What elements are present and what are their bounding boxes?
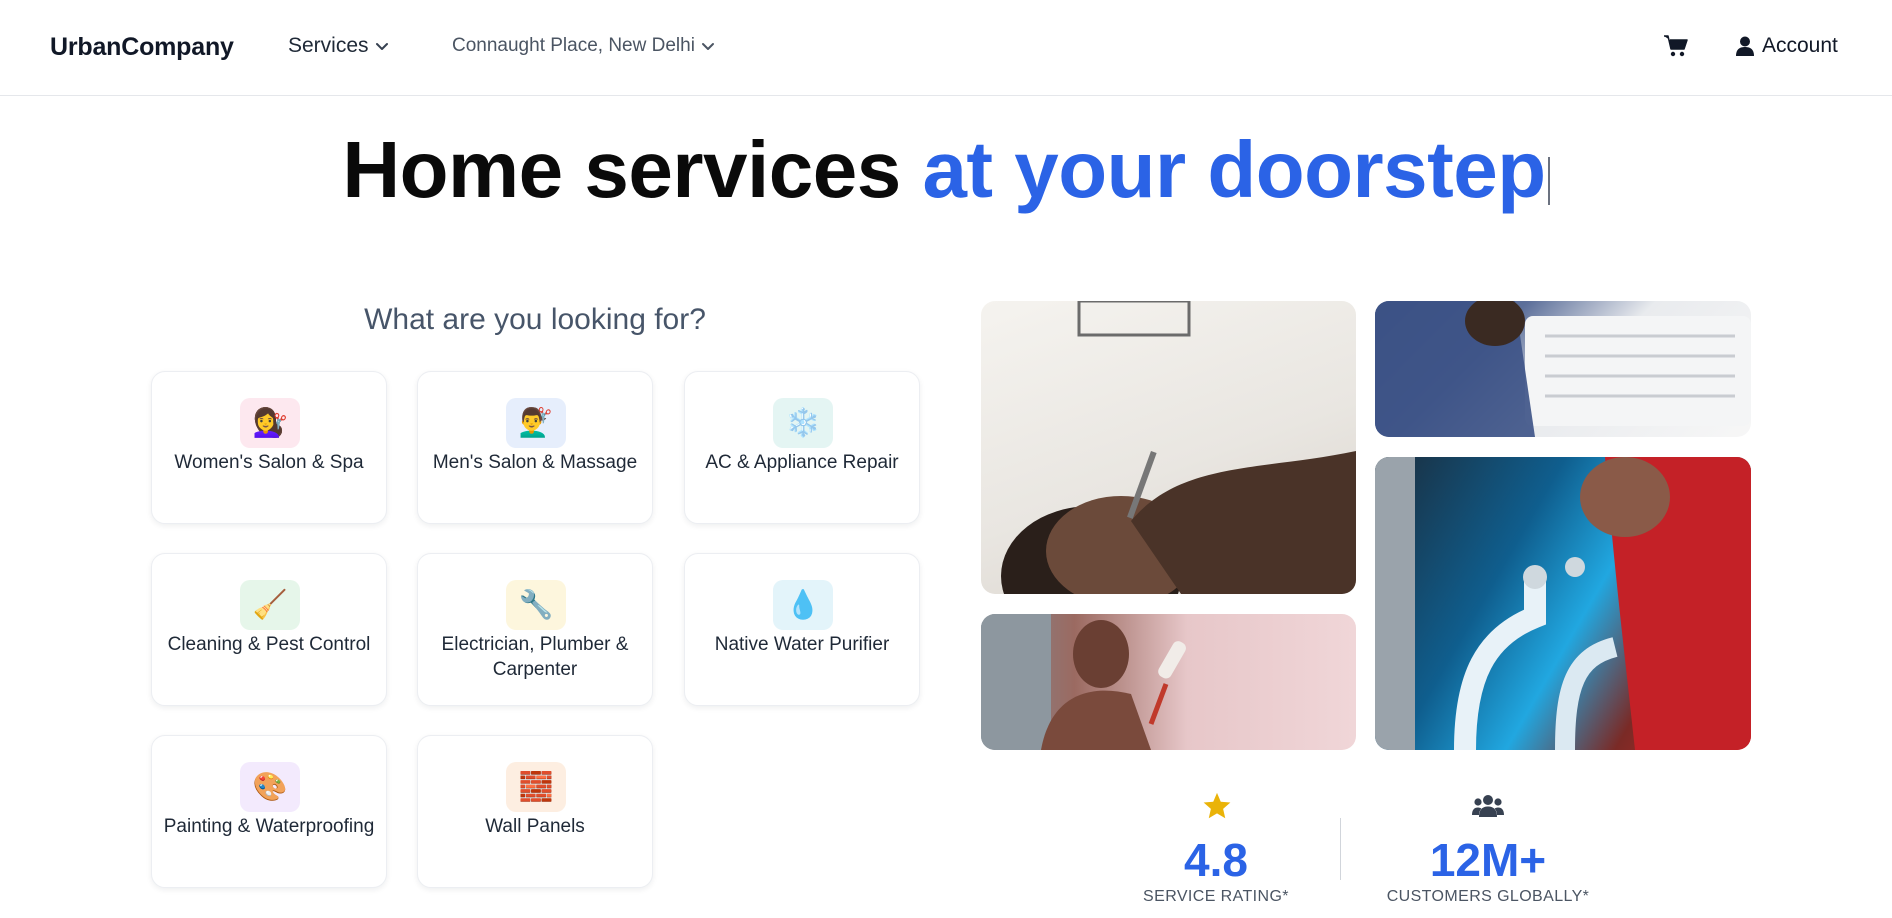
location-selector[interactable]: Connaught Place, New Delhi: [452, 35, 715, 57]
categories-heading: What are you looking for?: [364, 303, 706, 336]
stat-rating-label: SERVICE RATING*: [1143, 888, 1289, 905]
category-label: Cleaning & Pest Control: [167, 634, 371, 655]
photo-wall-painter: [981, 614, 1356, 750]
photo-barber-grooming: [981, 301, 1356, 594]
user-icon: [1736, 36, 1754, 56]
star-icon: [1203, 792, 1231, 819]
category-label: Native Water Purifier: [714, 634, 890, 655]
palette-icon: 🎨: [240, 762, 300, 812]
man-haircut-icon: 💇‍♂️: [506, 398, 566, 448]
hero-heading: Home services at your doorstep: [0, 120, 1892, 220]
category-card-wall-panels[interactable]: 🧱 Wall Panels: [417, 735, 653, 888]
category-label: Men's Salon & Massage: [432, 452, 638, 473]
stat-customers-label: CUSTOMERS GLOBALLY*: [1386, 888, 1590, 905]
photo-ac-technician: [1375, 301, 1751, 437]
services-dropdown[interactable]: Services: [288, 34, 389, 58]
top-navbar: UrbanCompany Services Connaught Place, N…: [0, 0, 1892, 96]
cart-icon[interactable]: [1663, 34, 1689, 58]
droplet-icon: 💧: [773, 580, 833, 630]
chevron-down-icon: [375, 43, 388, 50]
photo-plumber: [1375, 457, 1751, 750]
account-label: Account: [1762, 34, 1838, 57]
wrench-icon: 🔧: [506, 580, 566, 630]
category-label: Women's Salon & Spa: [174, 452, 364, 473]
stat-rating-value: 4.8: [1184, 834, 1248, 886]
stat-customers-value: 12M+: [1429, 834, 1547, 886]
category-label: Electrician, Plumber & Carpenter: [441, 634, 629, 680]
category-label: Painting & Waterproofing: [163, 816, 375, 837]
category-card-water-purifier[interactable]: 💧 Native Water Purifier: [684, 553, 920, 706]
category-card-electrician[interactable]: 🔧 Electrician, Plumber & Carpenter: [417, 553, 653, 706]
category-label: Wall Panels: [485, 816, 585, 837]
hero-heading-part2: at your doorstep: [922, 125, 1546, 214]
broom-icon: 🧹: [240, 580, 300, 630]
woman-haircut-icon: 💇‍♀️: [240, 398, 300, 448]
users-icon: [1472, 795, 1504, 817]
brand-logo[interactable]: UrbanCompany: [50, 33, 234, 62]
services-label: Services: [288, 34, 369, 57]
category-card-mens-salon[interactable]: 💇‍♂️ Men's Salon & Massage: [417, 371, 653, 524]
stats-divider: [1340, 818, 1341, 880]
hero-heading-part1: Home services: [342, 125, 901, 214]
snowflake-icon: ❄️: [773, 398, 833, 448]
category-card-painting[interactable]: 🎨 Painting & Waterproofing: [151, 735, 387, 888]
location-label: Connaught Place, New Delhi: [452, 35, 695, 56]
chevron-down-icon: [701, 43, 714, 50]
category-label: AC & Appliance Repair: [705, 452, 899, 473]
account-button[interactable]: Account: [1736, 34, 1838, 58]
category-card-ac-repair[interactable]: ❄️ AC & Appliance Repair: [684, 371, 920, 524]
bricks-icon: 🧱: [506, 762, 566, 812]
category-card-cleaning[interactable]: 🧹 Cleaning & Pest Control: [151, 553, 387, 706]
category-card-womens-salon[interactable]: 💇‍♀️ Women's Salon & Spa: [151, 371, 387, 524]
typing-caret: [1547, 157, 1550, 205]
